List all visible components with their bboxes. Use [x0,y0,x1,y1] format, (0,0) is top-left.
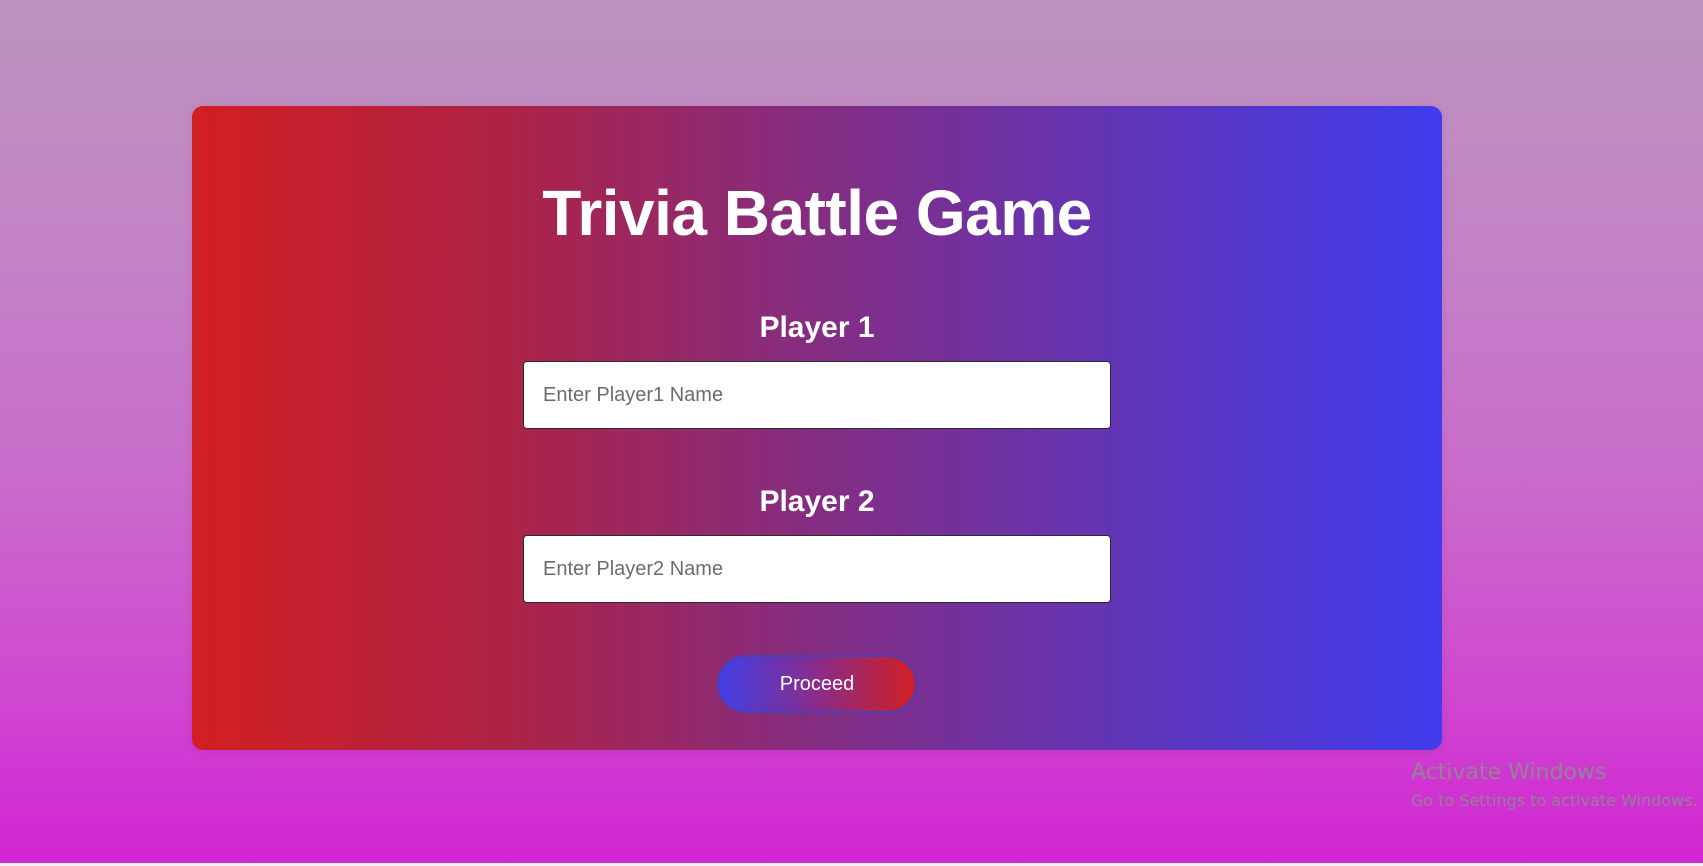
player-2-label: Player 2 [759,485,875,518]
player-1-label: Player 1 [759,311,875,344]
activate-windows-watermark: Activate Windows Go to Settings to activ… [1411,758,1698,812]
player-2-name-input[interactable] [523,535,1111,603]
game-title: Trivia Battle Game [542,177,1092,249]
watermark-subtitle: Go to Settings to activate Windows. [1411,791,1698,810]
proceed-button[interactable]: Proceed [717,655,917,713]
page-background: Trivia Battle Game Player 1 Player 2 Pro… [0,0,1703,863]
setup-card: Trivia Battle Game Player 1 Player 2 Pro… [192,106,1442,750]
watermark-title: Activate Windows [1411,760,1607,785]
player-1-name-input[interactable] [523,361,1111,429]
